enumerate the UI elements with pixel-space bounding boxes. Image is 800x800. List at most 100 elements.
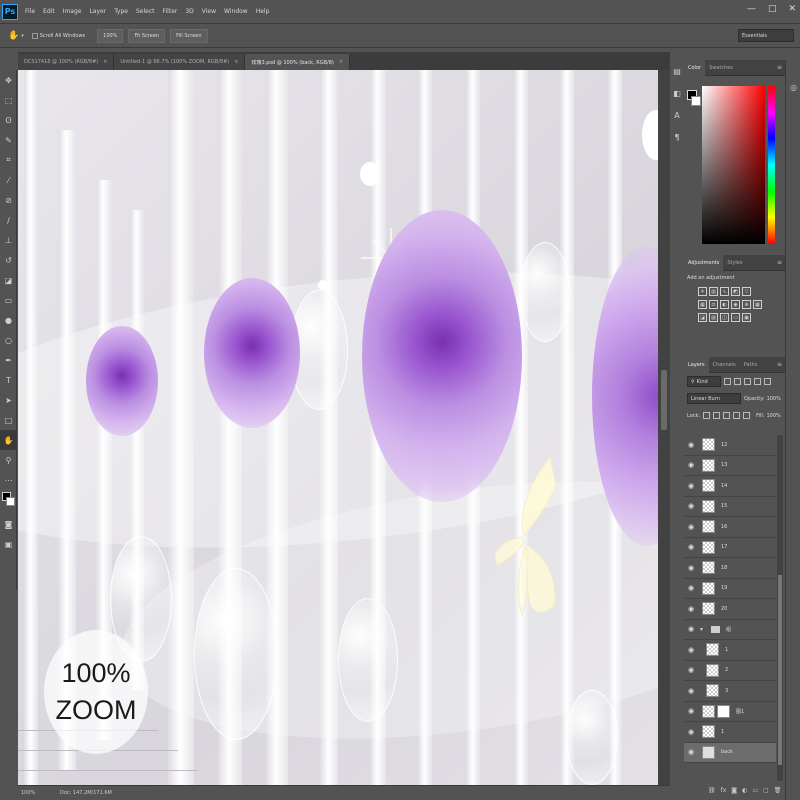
layer-row[interactable]: ◉ 20: [684, 599, 776, 620]
close-icon[interactable]: ✕: [788, 4, 796, 14]
zoom-tool-icon[interactable]: ⚲: [0, 450, 17, 470]
color-chips[interactable]: [0, 490, 17, 514]
visibility-eye-icon[interactable]: ◉: [684, 502, 698, 510]
rectangle-tool-icon[interactable]: □: [0, 410, 17, 430]
visibility-eye-icon[interactable]: ◉: [684, 482, 698, 490]
screen-mode-icon[interactable]: ▣: [0, 534, 17, 554]
threshold-icon[interactable]: ◫: [720, 313, 729, 322]
close-icon[interactable]: ×: [103, 59, 107, 65]
lock-artboard-icon[interactable]: [733, 412, 741, 419]
fill-screen-button[interactable]: Fill Screen: [170, 28, 208, 43]
color-lookup-icon[interactable]: ▦: [753, 300, 762, 309]
layer-filter-select[interactable]: ⚲ Kind: [687, 376, 721, 387]
visibility-eye-icon[interactable]: ◉: [684, 728, 698, 736]
history-brush-tool-icon[interactable]: ↺: [0, 250, 17, 270]
selective-color-icon[interactable]: ▣: [742, 313, 751, 322]
background-color-swatch[interactable]: [691, 96, 701, 106]
quick-mask-icon[interactable]: ◙: [0, 514, 17, 534]
dodge-tool-icon[interactable]: ○: [0, 330, 17, 350]
tab-document-3[interactable]: 玫瑰3.psd @ 100% (back, RGB/8) ×: [245, 54, 351, 70]
tab-layers[interactable]: Layers: [684, 356, 709, 373]
document-size-info[interactable]: Doc: 147.2M/171.6M: [60, 790, 112, 796]
visibility-eye-icon[interactable]: ◉: [684, 666, 698, 674]
visibility-eye-icon[interactable]: ◉: [684, 646, 698, 654]
chevron-down-icon[interactable]: ▾: [700, 626, 703, 633]
new-layer-icon[interactable]: ▢: [763, 787, 769, 794]
layer-row[interactable]: ◉ 3: [684, 681, 776, 702]
new-group-icon[interactable]: ▭: [752, 787, 758, 794]
visibility-eye-icon[interactable]: ◉: [684, 748, 698, 756]
menu-file[interactable]: File: [21, 8, 39, 15]
menu-type[interactable]: Type: [110, 8, 132, 15]
exposure-icon[interactable]: ◩: [731, 287, 740, 296]
tab-styles[interactable]: Styles: [723, 255, 746, 271]
close-icon[interactable]: ×: [234, 59, 238, 65]
fill-value[interactable]: 100%: [766, 413, 780, 419]
tab-color[interactable]: Color: [684, 59, 706, 76]
history-icon[interactable]: ▤: [670, 60, 684, 82]
layer-row[interactable]: ◉ 16: [684, 517, 776, 538]
preset-chevron-icon[interactable]: ▾: [21, 33, 24, 39]
link-layers-icon[interactable]: ⛓: [708, 787, 716, 794]
visibility-eye-icon[interactable]: ◉: [684, 564, 698, 572]
layer-row[interactable]: ◉ 2: [684, 661, 776, 681]
layer-mask-thumbnail[interactable]: [717, 704, 730, 718]
blur-tool-icon[interactable]: ●: [0, 310, 17, 330]
menu-image[interactable]: Image: [59, 8, 86, 15]
libraries-icon[interactable]: ◎: [786, 76, 800, 98]
tab-paths[interactable]: Paths: [740, 357, 762, 373]
menu-window[interactable]: Window: [220, 8, 252, 15]
filter-pixel-icon[interactable]: [724, 378, 731, 385]
canvas-vertical-scrollbar[interactable]: [658, 70, 670, 785]
clone-stamp-tool-icon[interactable]: ⊥: [0, 230, 17, 250]
properties-icon[interactable]: ◧: [670, 82, 684, 104]
background-color-swatch[interactable]: [6, 497, 15, 506]
close-icon[interactable]: ×: [339, 59, 343, 65]
menu-help[interactable]: Help: [252, 8, 274, 15]
type-tool-icon[interactable]: T: [0, 370, 17, 390]
blend-mode-select[interactable]: Linear Burn: [687, 393, 741, 404]
crop-tool-icon[interactable]: ⌗: [0, 150, 17, 170]
tab-channels[interactable]: Channels: [709, 357, 740, 373]
visibility-eye-icon[interactable]: ◉: [684, 461, 698, 469]
black-white-icon[interactable]: ◐: [720, 300, 729, 309]
menu-filter[interactable]: Filter: [159, 8, 182, 15]
lock-image-icon[interactable]: [713, 412, 721, 419]
layer-row[interactable]: ◉ 19: [684, 579, 776, 599]
panel-menu-icon[interactable]: ≡: [777, 259, 782, 266]
path-select-tool-icon[interactable]: ➤: [0, 390, 17, 410]
filter-shape-icon[interactable]: [754, 378, 761, 385]
eyedropper-tool-icon[interactable]: ⁄: [0, 170, 17, 190]
layer-row[interactable]: ◉ 14: [684, 476, 776, 497]
vibrance-icon[interactable]: ▽: [742, 287, 751, 296]
hand-tool-preset-icon[interactable]: ✋: [8, 31, 19, 41]
curves-icon[interactable]: ∿: [720, 287, 729, 296]
add-mask-icon[interactable]: ◙: [731, 787, 737, 794]
hue-slider[interactable]: [768, 86, 775, 244]
visibility-eye-icon[interactable]: ◉: [684, 625, 698, 633]
tab-document-2[interactable]: Untitled-1 @ 66.7% (100% ZOOM, RGB/8#) ×: [114, 54, 246, 70]
color-picker-field[interactable]: [702, 86, 765, 244]
opacity-value[interactable]: 100%: [767, 396, 781, 402]
workspace-select[interactable]: Essentials: [738, 29, 794, 42]
maximize-icon[interactable]: □: [768, 4, 777, 14]
layer-row[interactable]: ◉ 1: [684, 640, 776, 661]
zoom-100-button[interactable]: 100%: [97, 28, 124, 43]
paragraph-icon[interactable]: ¶: [670, 126, 684, 148]
new-adjustment-icon[interactable]: ◐: [742, 787, 747, 794]
layer-row[interactable]: ◉ 1: [684, 722, 776, 743]
visibility-eye-icon[interactable]: ◉: [684, 605, 698, 613]
marquee-tool-icon[interactable]: ⬚: [0, 90, 17, 110]
filter-smart-object-icon[interactable]: [764, 378, 771, 385]
layer-row[interactable]: ◉ 17: [684, 538, 776, 558]
visibility-eye-icon[interactable]: ◉: [684, 707, 698, 715]
hue-saturation-icon[interactable]: ▦: [698, 300, 707, 309]
more-tools-icon[interactable]: ⋯: [0, 470, 17, 490]
layer-row[interactable]: ◉ 15: [684, 497, 776, 517]
zoom-level-field[interactable]: 100%: [18, 790, 46, 796]
tab-adjustments[interactable]: Adjustments: [684, 254, 724, 271]
visibility-eye-icon[interactable]: ◉: [684, 687, 698, 695]
filter-type-icon[interactable]: [744, 378, 751, 385]
visibility-eye-icon[interactable]: ◉: [684, 584, 698, 592]
lasso-tool-icon[interactable]: ʘ: [0, 110, 17, 130]
